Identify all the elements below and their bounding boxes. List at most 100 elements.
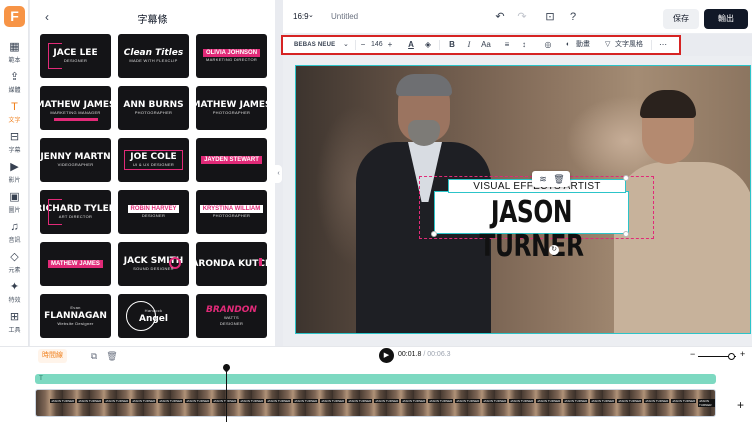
undo-icon[interactable]: ↶: [493, 10, 507, 24]
play-button[interactable]: ▶: [379, 348, 394, 363]
animation-icon[interactable]: ◐: [566, 38, 570, 52]
title-template-tile[interactable]: JAYDEN STEWART: [196, 138, 267, 182]
letter-case-icon[interactable]: Aa: [480, 38, 492, 52]
title-template-tile[interactable]: MATHEW JAMESMARKETING MANAGER: [40, 86, 111, 130]
title-template-tile[interactable]: ANN BURNS PHOTOGRAPHER: [118, 86, 189, 130]
layers-icon[interactable]: ◎: [542, 38, 554, 52]
italic-icon[interactable]: I: [463, 38, 475, 52]
rail-item-template[interactable]: ▦ 範本: [0, 40, 29, 70]
redo-icon[interactable]: ↷: [515, 10, 529, 24]
lower-third-title-box[interactable]: JASON TURNER: [434, 191, 629, 264]
title-template-tile[interactable]: Evan FLANNAGAN Website Designer: [40, 294, 111, 338]
clip-thumbnail-label: JASON TURNER: [455, 399, 481, 403]
title-panel: ‹ 字幕條 JACE LEE DESIGNER Clean Titles MADE W…: [30, 0, 275, 346]
chevron-down-icon[interactable]: ⌄: [308, 11, 314, 19]
app-logo[interactable]: F: [4, 6, 25, 27]
title-template-tile[interactable]: JENNY MARTN VIDEOGRAPHER: [40, 138, 111, 182]
clip-thumbnail-label: JASON TURNER: [320, 399, 346, 403]
save-button[interactable]: 保存: [663, 9, 699, 29]
tile-subtitle: DESIGNER: [63, 58, 88, 63]
resize-handle[interactable]: [623, 231, 629, 237]
line-spacing-icon[interactable]: ↕: [518, 38, 530, 52]
layers-icon[interactable]: ≋: [536, 172, 550, 186]
more-options-icon[interactable]: ⋯: [657, 38, 669, 52]
title-template-tile[interactable]: KRYSTINA WILLIAM PHOTOGRAPHER: [196, 190, 267, 234]
text-color-icon[interactable]: A: [405, 38, 417, 52]
increase-size-icon[interactable]: +: [384, 38, 396, 52]
rail-item-element[interactable]: ◇ 元素: [0, 250, 29, 280]
zoom-out-icon[interactable]: −: [690, 349, 695, 359]
rotate-icon[interactable]: ↻: [549, 245, 559, 255]
panel-header: ‹ 字幕條: [30, 0, 275, 34]
zoom-slider[interactable]: − +: [690, 349, 746, 360]
tile-subtitle: MADE WITH FLEXCLIP: [129, 58, 178, 63]
image-icon: ▣: [9, 191, 20, 203]
font-size-input[interactable]: 146: [371, 38, 383, 52]
tile-title: MATHEW JAMES: [40, 100, 111, 110]
animation-button[interactable]: 動畫: [576, 38, 590, 52]
video-preview[interactable]: JASON TURNER VISUAL EFFECTS ARTIST ≋ 🗑 ↻: [295, 65, 751, 334]
title-template-tile[interactable]: OLIVIA JOHNSON MARKETING DIRECTOR: [196, 34, 267, 78]
tile-title: JENNY MARTN: [40, 152, 111, 162]
highlight-icon[interactable]: ◈: [422, 38, 434, 52]
title-template-tile[interactable]: SHARONDA KUTCHER: [196, 242, 267, 286]
decrease-size-icon[interactable]: −: [357, 38, 369, 52]
title-template-tile[interactable]: Clean Titles MADE WITH FLEXCLIP: [118, 34, 189, 78]
tile-subtitle: ART DIRECTOR: [58, 214, 93, 219]
bold-icon[interactable]: B: [446, 38, 458, 52]
trash-icon[interactable]: 🗑: [552, 172, 566, 186]
help-icon[interactable]: ?: [566, 10, 580, 24]
resize-handle[interactable]: [431, 231, 437, 237]
title-template-tile[interactable]: MATHEW JAMESPHOTOGRAPHER: [196, 86, 267, 130]
clip-thumbnail-label: JASON TURNER: [617, 399, 643, 403]
title-template-tile[interactable]: JACE LEE DESIGNER: [40, 34, 111, 78]
chevron-down-icon[interactable]: ⌄: [343, 38, 349, 52]
tile-title: OLIVIA JOHNSON: [202, 49, 261, 57]
timeline-tab-label: 時間線: [42, 352, 63, 359]
trash-icon[interactable]: 🗑: [106, 350, 118, 362]
align-icon[interactable]: ≡: [501, 38, 513, 52]
title-template-tile[interactable]: ROBIN HARVEY DESIGNER: [118, 190, 189, 234]
add-track-icon[interactable]: +: [737, 398, 744, 412]
title-template-tile[interactable]: JACK SMITH SOUND DESIGNER: [118, 242, 189, 286]
rail-item-label: 工具: [8, 328, 21, 334]
screenshot-icon[interactable]: ⊡: [543, 10, 557, 24]
clip-thumbnail-label: JASON TURNER: [266, 399, 292, 403]
rail-item-label: 影片: [8, 178, 21, 184]
resize-handle[interactable]: [623, 175, 629, 181]
left-rail: F ▦ 範本 ⇪ 媒體 T 文字 ⊟ 字幕 ▶ 影片 ▣ 圖片 ♫ 音訊 ◇ 元素 ✦ 特效 ⊞ 工具: [0, 0, 29, 346]
clip-thumbnail-label: JASON TURNER: [563, 399, 589, 403]
tile-subtitle: Evan: [70, 305, 81, 310]
rail-item-subtitle[interactable]: ⊟ 字幕: [0, 130, 29, 160]
clip-thumbnail-label: JASON TURNER: [671, 399, 697, 403]
text-style-button[interactable]: 文字風格: [615, 38, 643, 52]
title-template-tile[interactable]: RICHARD TYLERART DIRECTOR: [40, 190, 111, 234]
title-template-tile[interactable]: MATHEW JAMES: [40, 242, 111, 286]
title-template-tile[interactable]: JOE COLE UI & UX DESIGNER: [118, 138, 189, 182]
font-family-select[interactable]: BEBAS NEUE: [294, 38, 335, 52]
document-name[interactable]: Untitled: [331, 12, 358, 21]
template-icon: ▦: [9, 41, 20, 53]
zoom-in-icon[interactable]: +: [740, 349, 745, 359]
aspect-ratio-select[interactable]: 16:9: [293, 12, 309, 21]
title-template-tile[interactable]: BRANDON WATTS DESIGNER: [196, 294, 267, 338]
lower-third-title[interactable]: JASON TURNER: [456, 196, 607, 264]
rail-item-video[interactable]: ▶ 影片: [0, 160, 29, 190]
text-track[interactable]: T: [35, 374, 716, 384]
rail-item-image[interactable]: ▣ 圖片: [0, 190, 29, 220]
playhead[interactable]: [226, 364, 227, 422]
rail-item-effect[interactable]: ✦ 特效: [0, 280, 29, 310]
rail-item-text[interactable]: T 文字: [0, 100, 29, 130]
duplicate-icon[interactable]: ⧉: [88, 350, 100, 362]
style-icon[interactable]: ▽: [605, 38, 610, 52]
collapse-panel-icon[interactable]: ‹: [275, 165, 282, 183]
rail-item-audio[interactable]: ♫ 音訊: [0, 220, 29, 250]
timeline-tab[interactable]: 時間線: [38, 349, 67, 363]
rail-item-tools[interactable]: ⊞ 工具: [0, 310, 29, 340]
export-button[interactable]: 輸出: [704, 9, 748, 29]
subtitle-icon: ⊟: [9, 131, 20, 143]
video-track[interactable]: JASON TURNER JASON TURNER JASON TURNER JASO…: [35, 389, 716, 417]
zoom-knob[interactable]: [728, 353, 735, 360]
title-template-tile[interactable]: Hancock Angel: [118, 294, 189, 338]
rail-item-upload[interactable]: ⇪ 媒體: [0, 70, 29, 100]
